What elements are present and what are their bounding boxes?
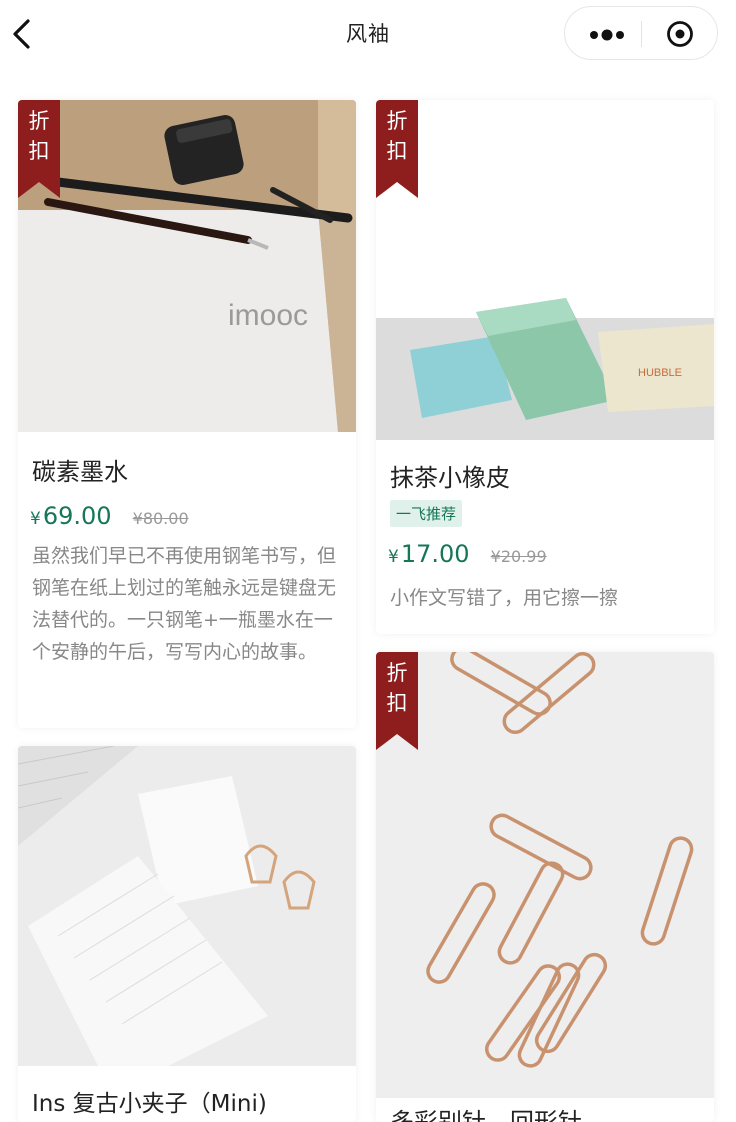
product-card[interactable]: 折 扣 多彩别针，回形针 [376,652,714,1122]
image-watermark: imooc [228,299,308,332]
original-price: ¥20.99 [490,547,547,566]
price-row: ¥69.00 ¥80.00 [30,502,189,530]
target-icon [667,21,693,47]
discount-badge: 折 扣 [376,652,418,750]
more-button[interactable] [577,15,635,53]
currency-symbol: ¥ [388,547,399,567]
current-price: ¥17.00 [388,540,470,568]
product-image-eraser: HUBBLE [376,100,714,440]
product-description: 小作文写错了，用它擦一擦 [390,587,619,609]
product-title: 碳素墨水 [32,458,128,486]
product-card[interactable]: HUBBLE 折 扣 抹茶小橡皮 一飞推荐 ¥17.00 ¥20.99 小作文写… [376,100,714,634]
badge-char: 扣 [28,139,50,163]
badge-char: 折 [28,109,50,133]
recommend-tag: 一飞推荐 [390,500,463,527]
product-image-clips [18,746,356,1066]
product-image-ink: imooc [18,100,356,432]
currency-symbol: ¥ [30,509,41,529]
nav-bar: 风袖 [0,0,736,72]
eraser-brand-print: HUBBLE [638,367,682,379]
original-price: ¥80.00 [132,509,189,528]
product-title: Ins 复古小夹子（Mini) [32,1091,267,1117]
product-image-paperclips [376,652,714,1098]
price-value: 69.00 [42,502,112,530]
capsule-menu [564,6,718,60]
product-title: 多彩别针，回形针 [390,1108,582,1122]
capsule-divider [641,21,642,47]
discount-badge: 折 扣 [376,100,418,198]
product-card[interactable]: imooc 折 扣 碳素墨水 ¥69.00 ¥80.00 虽然我们早已不再使用钢… [18,100,356,728]
price-value: 17.00 [400,540,470,568]
product-title: 抹茶小橡皮 [390,464,510,492]
badge-char: 扣 [386,139,408,163]
badge-char: 折 [386,661,408,685]
badge-char: 折 [386,109,408,133]
close-miniprogram-button[interactable] [657,15,703,53]
price-row: ¥17.00 ¥20.99 [388,540,547,568]
more-dots-icon [590,29,624,41]
product-description: 虽然我们早已不再使用钢笔书写，但钢笔在纸上划过的笔触永远是键盘无法替代的。一只钢… [32,545,337,663]
product-card[interactable]: Ins 复古小夹子（Mini) [18,746,356,1122]
discount-badge: 折 扣 [18,100,60,198]
badge-char: 扣 [386,691,408,715]
current-price: ¥69.00 [30,502,112,530]
